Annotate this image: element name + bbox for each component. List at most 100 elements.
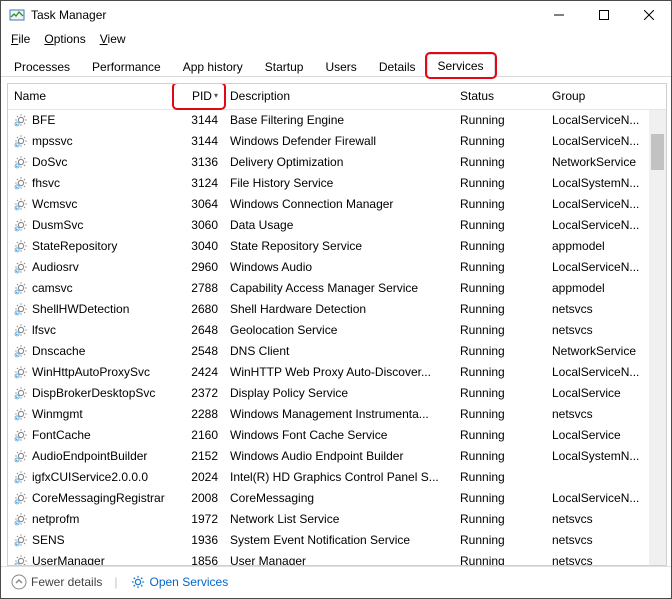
column-header-name[interactable]: Name bbox=[8, 84, 174, 108]
cell-description: CoreMessaging bbox=[224, 491, 454, 505]
cell-group: netsvcs bbox=[546, 302, 666, 316]
menu-file[interactable]: File bbox=[11, 32, 30, 46]
service-icon bbox=[14, 197, 28, 211]
cell-description: Windows Audio bbox=[224, 260, 454, 274]
cell-description: Windows Audio Endpoint Builder bbox=[224, 449, 454, 463]
vertical-scrollbar[interactable] bbox=[649, 110, 666, 565]
cell-pid: 3144 bbox=[174, 113, 224, 127]
tab-services[interactable]: Services bbox=[427, 54, 495, 77]
tabstrip: ProcessesPerformanceApp historyStartupUs… bbox=[1, 52, 671, 77]
cell-status: Running bbox=[454, 155, 546, 169]
cell-description: Windows Font Cache Service bbox=[224, 428, 454, 442]
table-row[interactable]: Winmgmt2288Windows Management Instrument… bbox=[8, 404, 666, 425]
menu-view[interactable]: View bbox=[100, 32, 126, 46]
minimize-button[interactable] bbox=[536, 1, 581, 29]
cell-description: User Manager bbox=[224, 554, 454, 564]
service-icon bbox=[14, 491, 28, 505]
service-icon bbox=[14, 344, 28, 358]
close-button[interactable] bbox=[626, 1, 671, 29]
table-row[interactable]: mpssvc3144Windows Defender FirewallRunni… bbox=[8, 131, 666, 152]
cell-group: LocalServiceN... bbox=[546, 113, 666, 127]
cell-name: ShellHWDetection bbox=[8, 302, 174, 316]
menu-options[interactable]: Options bbox=[44, 32, 85, 46]
open-services-button[interactable]: Open Services bbox=[130, 574, 229, 590]
tab-processes[interactable]: Processes bbox=[3, 55, 81, 77]
column-header-description[interactable]: Description bbox=[224, 84, 454, 108]
cell-name: Winmgmt bbox=[8, 407, 174, 421]
cell-status: Running bbox=[454, 218, 546, 232]
cell-pid: 2680 bbox=[174, 302, 224, 316]
cell-status: Running bbox=[454, 491, 546, 505]
cell-group: appmodel bbox=[546, 239, 666, 253]
task-manager-icon bbox=[9, 7, 25, 23]
service-icon bbox=[14, 155, 28, 169]
cell-group: NetworkService bbox=[546, 155, 666, 169]
service-icon bbox=[14, 134, 28, 148]
cell-pid: 2424 bbox=[174, 365, 224, 379]
cell-name: netprofm bbox=[8, 512, 174, 526]
table-row[interactable]: netprofm1972Network List ServiceRunningn… bbox=[8, 509, 666, 530]
cell-status: Running bbox=[454, 365, 546, 379]
table-row[interactable]: Wcmsvc3064Windows Connection ManagerRunn… bbox=[8, 194, 666, 215]
cell-pid: 2160 bbox=[174, 428, 224, 442]
window-title: Task Manager bbox=[31, 8, 106, 22]
cell-name: Audiosrv bbox=[8, 260, 174, 274]
cell-description: Geolocation Service bbox=[224, 323, 454, 337]
tab-startup[interactable]: Startup bbox=[254, 55, 315, 77]
column-header-group[interactable]: Group bbox=[546, 84, 666, 108]
table-row[interactable]: WinHttpAutoProxySvc2424WinHTTP Web Proxy… bbox=[8, 362, 666, 383]
table-row[interactable]: SENS1936System Event Notification Servic… bbox=[8, 530, 666, 551]
service-icon bbox=[14, 386, 28, 400]
table-row[interactable]: DoSvc3136Delivery OptimizationRunningNet… bbox=[8, 152, 666, 173]
tab-performance[interactable]: Performance bbox=[81, 55, 172, 77]
cell-status: Running bbox=[454, 323, 546, 337]
menubar: File Options View bbox=[1, 29, 671, 48]
table-row[interactable]: igfxCUIService2.0.0.02024Intel(R) HD Gra… bbox=[8, 467, 666, 488]
cell-status: Running bbox=[454, 407, 546, 421]
cell-group: netsvcs bbox=[546, 533, 666, 547]
column-header-status[interactable]: Status bbox=[454, 84, 546, 108]
table-row[interactable]: camsvc2788Capability Access Manager Serv… bbox=[8, 278, 666, 299]
cell-description: State Repository Service bbox=[224, 239, 454, 253]
cell-group: LocalSystemN... bbox=[546, 176, 666, 190]
table-row[interactable]: FontCache2160Windows Font Cache ServiceR… bbox=[8, 425, 666, 446]
table-row[interactable]: ShellHWDetection2680Shell Hardware Detec… bbox=[8, 299, 666, 320]
cell-name: WinHttpAutoProxySvc bbox=[8, 365, 174, 379]
table-row[interactable]: DispBrokerDesktopSvc2372Display Policy S… bbox=[8, 383, 666, 404]
table-row[interactable]: UserManager1856User ManagerRunningnetsvc… bbox=[8, 551, 666, 565]
cell-pid: 3060 bbox=[174, 218, 224, 232]
footer: Fewer details | Open Services bbox=[1, 566, 671, 598]
cell-description: File History Service bbox=[224, 176, 454, 190]
cell-name: DoSvc bbox=[8, 155, 174, 169]
service-icon bbox=[14, 239, 28, 253]
fewer-details-button[interactable]: Fewer details bbox=[11, 574, 102, 590]
cell-name: BFE bbox=[8, 113, 174, 127]
service-icon bbox=[14, 512, 28, 526]
cell-name: igfxCUIService2.0.0.0 bbox=[8, 470, 174, 484]
column-header-pid[interactable]: PID▾ bbox=[174, 84, 224, 108]
table-row[interactable]: lfsvc2648Geolocation ServiceRunningnetsv… bbox=[8, 320, 666, 341]
cell-description: Windows Defender Firewall bbox=[224, 134, 454, 148]
cell-status: Running bbox=[454, 197, 546, 211]
cell-pid: 2024 bbox=[174, 470, 224, 484]
table-row[interactable]: CoreMessagingRegistrar2008CoreMessagingR… bbox=[8, 488, 666, 509]
tab-app-history[interactable]: App history bbox=[172, 55, 254, 77]
tab-details[interactable]: Details bbox=[368, 55, 427, 77]
tab-users[interactable]: Users bbox=[314, 55, 367, 77]
cell-group: LocalServiceN... bbox=[546, 218, 666, 232]
table-row[interactable]: DusmSvc3060Data UsageRunningLocalService… bbox=[8, 215, 666, 236]
cell-pid: 2648 bbox=[174, 323, 224, 337]
table-row[interactable]: fhsvc3124File History ServiceRunningLoca… bbox=[8, 173, 666, 194]
cell-status: Running bbox=[454, 239, 546, 253]
table-row[interactable]: BFE3144Base Filtering EngineRunningLocal… bbox=[8, 110, 666, 131]
cell-pid: 1856 bbox=[174, 554, 224, 564]
maximize-button[interactable] bbox=[581, 1, 626, 29]
table-row[interactable]: StateRepository3040State Repository Serv… bbox=[8, 236, 666, 257]
table-row[interactable]: Audiosrv2960Windows AudioRunningLocalSer… bbox=[8, 257, 666, 278]
cell-group: appmodel bbox=[546, 281, 666, 295]
cell-description: Display Policy Service bbox=[224, 386, 454, 400]
scrollbar-thumb[interactable] bbox=[651, 134, 664, 170]
titlebar[interactable]: Task Manager bbox=[1, 1, 671, 29]
table-row[interactable]: Dnscache2548DNS ClientRunningNetworkServ… bbox=[8, 341, 666, 362]
table-row[interactable]: AudioEndpointBuilder2152Windows Audio En… bbox=[8, 446, 666, 467]
